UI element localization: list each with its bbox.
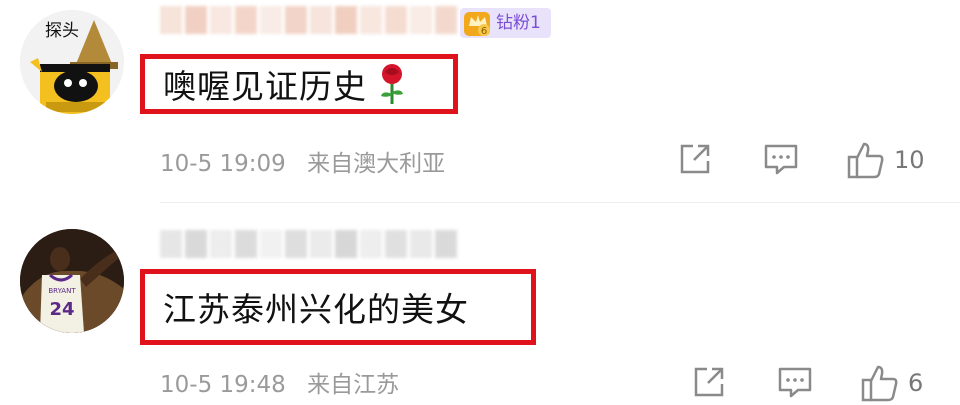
like-count: 6 [908, 369, 924, 397]
avatar-player-icon: BRYANT 24 [20, 229, 124, 333]
comment-time: 10-5 19:48 [160, 372, 286, 398]
comment-icon [764, 144, 798, 175]
comment-text: 江苏泰州兴化的美女 [163, 274, 469, 340]
fan-level-badge: 6 钻粉1 [460, 8, 551, 38]
share-button[interactable] [690, 363, 728, 401]
share-icon [680, 144, 710, 174]
like-button[interactable]: 6 [860, 363, 923, 403]
svg-text:BRYANT: BRYANT [48, 287, 76, 295]
reply-button[interactable] [776, 363, 814, 401]
comment-text-content: 江苏泰州兴化的美女 [163, 290, 469, 329]
rose-icon [381, 64, 403, 104]
avatar[interactable]: BRYANT 24 [20, 229, 124, 333]
username-blurred[interactable] [160, 6, 457, 34]
jersey-number: 24 [49, 299, 74, 320]
thumbs-up-icon [861, 365, 898, 402]
avatar-cartoon-icon: 探头 [20, 10, 124, 114]
badge-label: 钻粉1 [496, 13, 541, 33]
comment-time: 10-5 19:09 [160, 151, 286, 177]
comment-location: 来自江苏 [307, 372, 400, 398]
highlight-box: 噢喔见证历史 [140, 54, 458, 114]
comment-item: BRYANT 24 江苏泰州兴化的美女 10-5 19:48 来自江苏 6 [0, 205, 960, 405]
crown-icon: 6 [464, 12, 490, 37]
share-icon [694, 367, 724, 397]
comment-icon [778, 367, 812, 398]
highlight-box: 江苏泰州兴化的美女 [140, 269, 536, 345]
comment-text: 噢喔见证历史 [163, 59, 409, 109]
username-blurred[interactable] [160, 230, 457, 258]
avatar-label: 探头 [45, 21, 79, 41]
svg-text:6: 6 [481, 26, 487, 37]
comment-item: 探头 6 钻粉1 噢喔见证历史 10-5 19:09 来自澳大利亚 10 [0, 0, 960, 200]
like-count: 10 [894, 146, 925, 174]
comment-text-content: 噢喔见证历史 [163, 67, 367, 106]
comment-location: 来自澳大利亚 [307, 151, 446, 177]
reply-button[interactable] [762, 140, 800, 178]
avatar[interactable]: 探头 [20, 10, 124, 114]
thumbs-up-icon [847, 142, 884, 179]
like-button[interactable]: 10 [846, 140, 925, 180]
comment-divider [160, 202, 960, 203]
comment-meta: 10-5 19:48 来自江苏 [160, 365, 399, 399]
comment-meta: 10-5 19:09 来自澳大利亚 [160, 144, 445, 178]
share-button[interactable] [676, 140, 714, 178]
